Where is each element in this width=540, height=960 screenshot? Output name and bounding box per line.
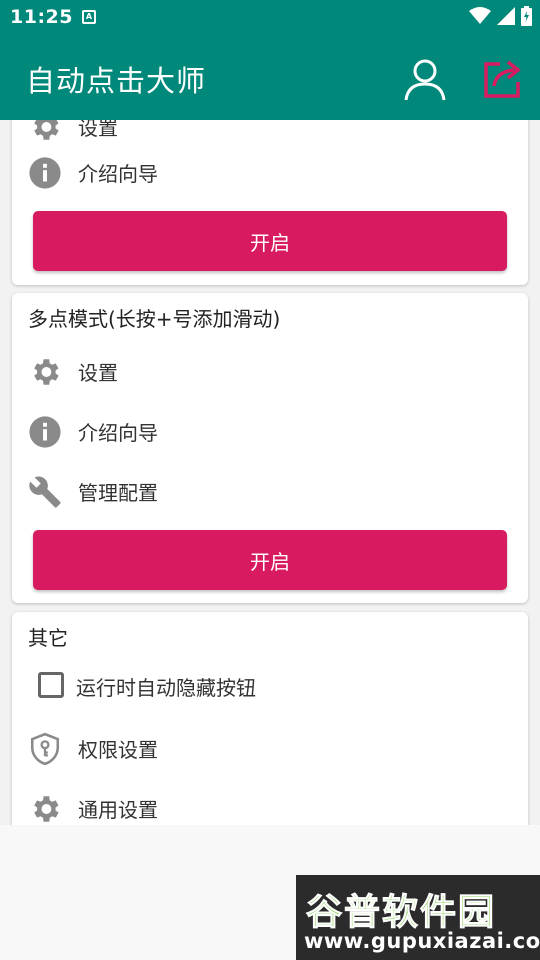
status-icons [469,6,532,26]
gear-icon [34,359,59,385]
auto-hide-label: 运行时自动隐藏按钮 [76,676,256,700]
permission-settings-label: 权限设置 [78,738,158,762]
single-point-card: 设置 介绍向导 开启 [12,120,528,285]
settings-row[interactable]: 设置 [12,345,528,397]
multi-point-card: 多点模式(长按+号添加滑动) 设置 介绍向导 管理配置 开启 [12,293,528,603]
settings-label: 设置 [78,120,118,140]
watermark-title: 谷普软件园 [305,892,497,934]
battery-icon [521,6,532,26]
wifi-icon [469,7,491,24]
multi-point-title: 多点模式(长按+号添加滑动) [28,307,281,331]
general-settings-label: 通用设置 [78,798,158,822]
start-button-single[interactable]: 开启 [33,211,507,271]
notification-icon: A [82,10,96,24]
auto-hide-row[interactable]: 运行时自动隐藏按钮 [12,664,528,716]
other-card: 其它 运行时自动隐藏按钮 权限设置 通用设置 [12,612,528,825]
user-button[interactable] [402,56,448,102]
intro-guide-label: 介绍向导 [78,162,158,186]
intro-guide-label: 介绍向导 [78,421,158,445]
info-icon [29,416,61,448]
general-settings-row[interactable]: 通用设置 [12,782,528,825]
intro-guide-row[interactable]: 介绍向导 [12,146,528,198]
other-title: 其它 [28,626,68,650]
info-icon [29,157,61,189]
settings-list[interactable]: 设置 介绍向导 开启 多点模式(长按+号添加滑动) 设置 介绍向导 管理配置 开… [0,120,540,825]
share-button[interactable] [480,56,526,102]
settings-label: 设置 [78,361,118,385]
status-time: 11:25 [10,6,73,28]
permission-settings-row[interactable]: 权限设置 [12,722,528,774]
auto-hide-checkbox[interactable] [38,672,64,698]
share-icon [484,60,521,98]
signal-icon [497,7,515,25]
manage-config-label: 管理配置 [78,481,158,505]
watermark-url: www.gupuxiazai.com [304,929,540,953]
person-icon [404,59,446,101]
wrench-icon [29,476,61,508]
status-bar: 11:25 A [0,0,540,36]
shield-key-icon [30,732,60,766]
app-title: 自动点击大师 [26,64,207,98]
start-button-multi[interactable]: 开启 [33,530,507,590]
watermark: 谷普软件园 www.gupuxiazai.com [296,875,540,960]
intro-guide-row[interactable]: 介绍向导 [12,405,528,457]
app-bar: 自动点击大师 [0,36,540,120]
gear-icon [34,120,59,140]
manage-config-row[interactable]: 管理配置 [12,465,528,517]
gear-icon [34,796,59,822]
